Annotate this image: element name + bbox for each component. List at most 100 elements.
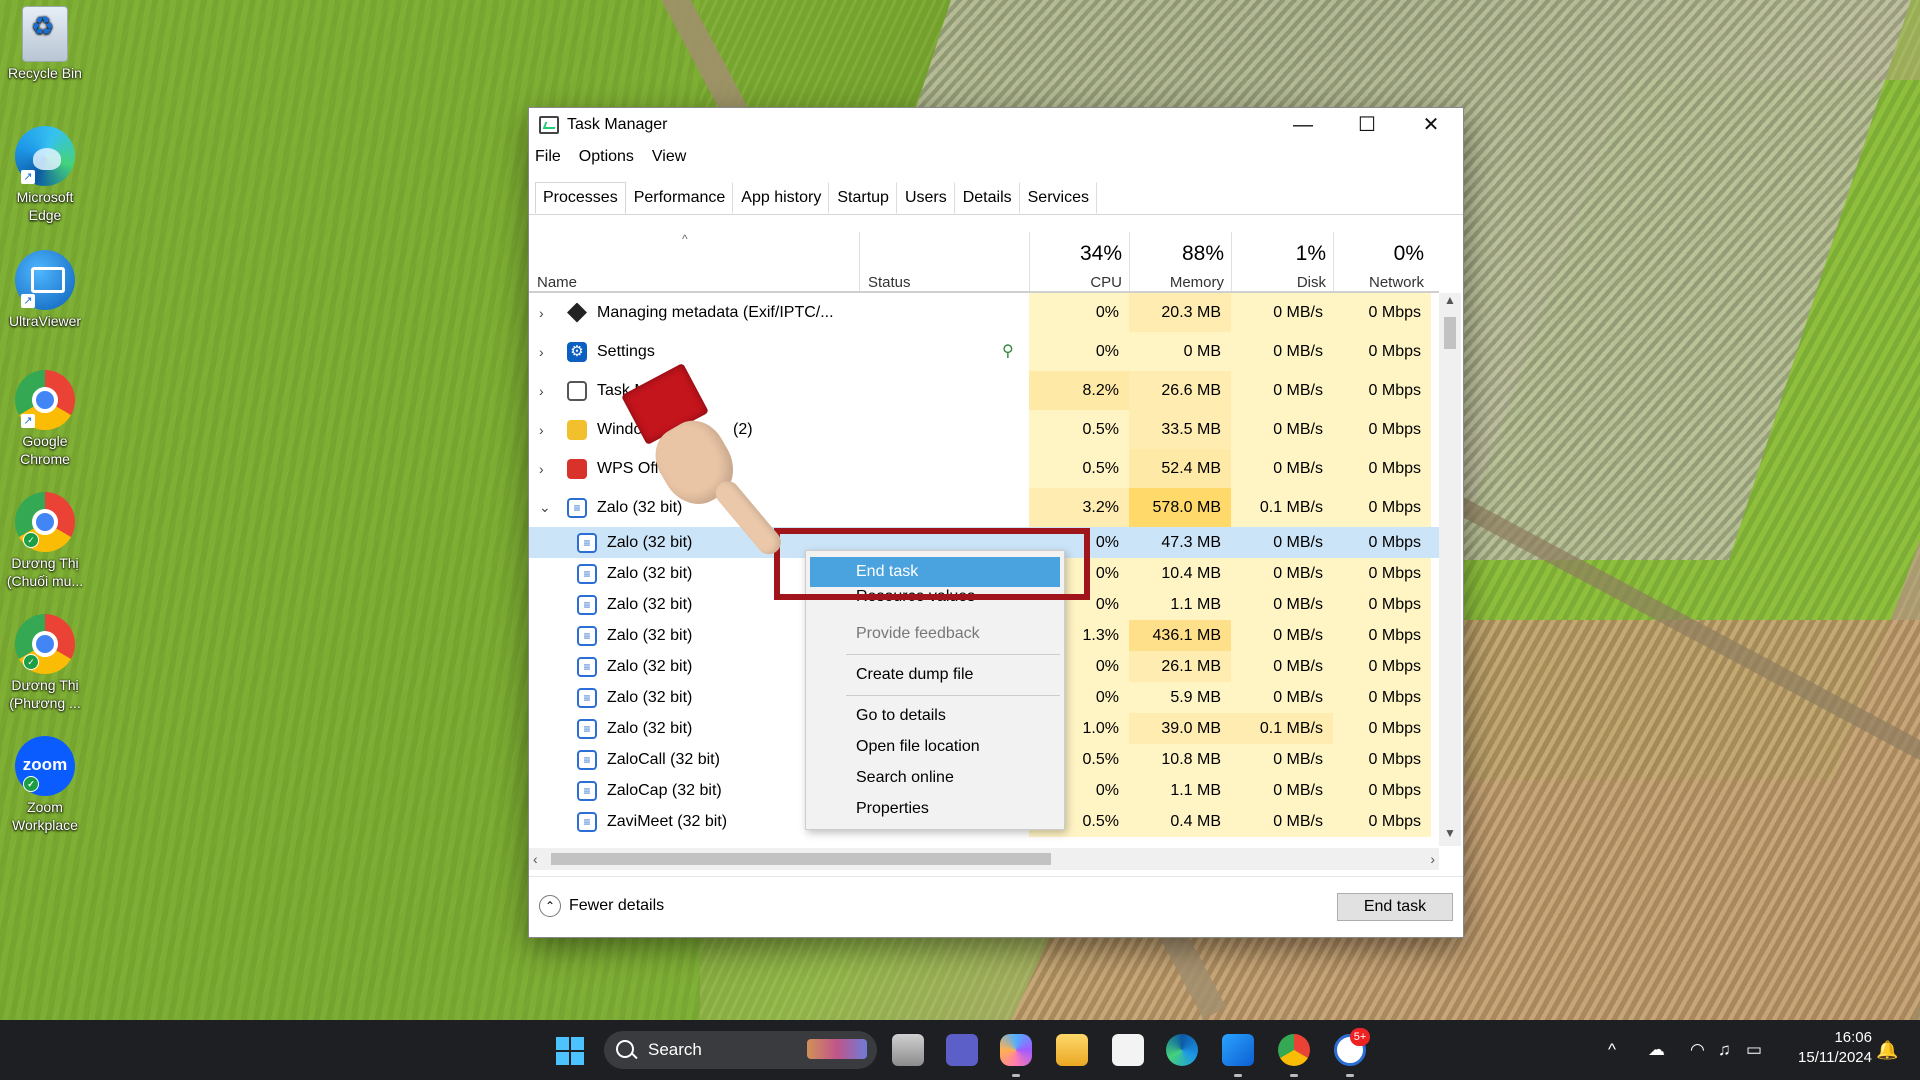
tab-details[interactable]: Details	[955, 182, 1020, 214]
end-task-button[interactable]: End task	[1337, 893, 1453, 921]
desktop-icon-label: Dương Thị (Phương ...	[9, 677, 81, 711]
expand-chevron-icon[interactable]: ›	[539, 332, 544, 371]
scroll-left-icon[interactable]: ‹	[533, 848, 538, 870]
close-button[interactable]: ✕	[1399, 108, 1463, 142]
wps-icon	[567, 458, 587, 479]
desktop-icon-label: Dương Thị (Chuối mu...	[6, 555, 84, 589]
tab-startup[interactable]: Startup	[829, 182, 897, 214]
menu-file[interactable]: File	[535, 148, 561, 166]
scroll-thumb[interactable]	[1444, 317, 1456, 349]
tab-app-history[interactable]: App history	[733, 182, 830, 214]
start-button[interactable]	[556, 1037, 584, 1065]
fewer-details-button[interactable]: ⌃ Fewer details	[539, 895, 664, 917]
memory-cell: 39.0 MB	[1129, 713, 1231, 744]
scroll-right-icon[interactable]: ›	[1430, 848, 1435, 870]
menu-item-create-dump-file[interactable]: Create dump file	[806, 660, 1064, 690]
metadata-icon	[567, 302, 587, 323]
disk-cell: 0 MB/s	[1231, 775, 1333, 806]
expand-chevron-icon[interactable]: ›	[539, 410, 544, 449]
scroll-thumb[interactable]	[551, 853, 1051, 865]
horizontal-scrollbar[interactable]: ‹ ›	[529, 848, 1439, 870]
column-header-cpu[interactable]: 34% CPU	[1029, 232, 1130, 292]
explorer-icon[interactable]	[1056, 1034, 1088, 1066]
wifi-icon[interactable]: ◠	[1690, 1020, 1705, 1080]
network-cell: 0 Mbps	[1333, 371, 1431, 410]
desktop-icon-recycle-bin[interactable]: Recycle Bin	[0, 6, 90, 82]
minimize-button[interactable]: —	[1271, 108, 1335, 142]
title-bar[interactable]: Task Manager — ☐ ✕	[529, 108, 1463, 142]
column-header-memory[interactable]: 88% Memory	[1129, 232, 1232, 292]
network-cell: 0 Mbps	[1333, 775, 1431, 806]
desktop-icon-edge[interactable]: ↗ Microsoft Edge	[0, 126, 90, 224]
column-header-network[interactable]: 0% Network	[1333, 232, 1432, 292]
menu-item-search-online[interactable]: Search online	[806, 763, 1064, 793]
scroll-up-icon[interactable]: ▲	[1439, 293, 1461, 313]
desktop-icon-chrome-profile-2[interactable]: ✓ Dương Thị (Phương ...	[0, 614, 90, 712]
chrome-icon[interactable]	[1278, 1034, 1310, 1066]
column-header-disk[interactable]: 1% Disk	[1231, 232, 1334, 292]
show-hidden-icons[interactable]: ^	[1608, 1020, 1616, 1080]
settings-icon	[567, 341, 587, 362]
menu-item-provide-feedback[interactable]: Provide feedback	[806, 619, 1064, 649]
teams-icon[interactable]	[946, 1034, 978, 1066]
column-header-name[interactable]: Name	[537, 232, 857, 292]
process-name: Settings	[597, 342, 655, 360]
desktop-icon-chrome-profile-1[interactable]: ✓ Dương Thị (Chuối mu...	[0, 492, 90, 590]
memory-cell: 436.1 MB	[1129, 620, 1231, 651]
tab-processes[interactable]: Processes	[535, 182, 626, 214]
memory-cell: 26.1 MB	[1129, 651, 1231, 682]
expand-chevron-icon[interactable]: ›	[539, 371, 544, 410]
copilot-icon[interactable]	[1000, 1034, 1032, 1066]
edge-icon[interactable]	[1166, 1034, 1198, 1066]
memory-cell: 0.4 MB	[1129, 806, 1231, 837]
cloud-icon[interactable]: ☁	[1648, 1020, 1665, 1080]
network-cell: 0 Mbps	[1333, 293, 1431, 332]
maximize-button[interactable]: ☐	[1335, 108, 1399, 142]
column-header-status[interactable]: Status	[859, 232, 1040, 292]
zalo-icon	[577, 718, 597, 739]
disk-cell: 0 MB/s	[1231, 293, 1333, 332]
process-row[interactable]: › Settings ⚲ 0% 0 MB 0 MB/s 0 Mbps	[529, 332, 1439, 371]
process-row[interactable]: › Managing metadata (Exif/IPTC/... 0% 20…	[529, 293, 1439, 332]
tab-users[interactable]: Users	[897, 182, 955, 214]
zalo-icon	[577, 811, 597, 832]
system-clock[interactable]: 16:06 15/11/2024	[1782, 1028, 1872, 1068]
menu-view[interactable]: View	[652, 148, 686, 166]
network-cell: 0 Mbps	[1333, 410, 1431, 449]
menu-options[interactable]: Options	[579, 148, 634, 166]
disk-cell: 0 MB/s	[1231, 620, 1333, 651]
menu-item-properties[interactable]: Properties	[806, 794, 1064, 824]
memory-cell: 1.1 MB	[1129, 589, 1231, 620]
snipping-icon[interactable]	[1222, 1034, 1254, 1066]
collapse-chevron-icon[interactable]: ⌄	[539, 488, 551, 527]
fewer-details-label: Fewer details	[569, 897, 665, 914]
volume-icon[interactable]: ♫	[1718, 1020, 1731, 1080]
cpu-cell: 0.5%	[1029, 449, 1129, 488]
expand-chevron-icon[interactable]: ›	[539, 449, 544, 488]
desktop-icon-chrome[interactable]: ↗ Google Chrome	[0, 370, 90, 468]
menu-item-go-to-details[interactable]: Go to details	[806, 701, 1064, 731]
battery-icon[interactable]: ▭	[1746, 1020, 1762, 1080]
store-icon[interactable]	[1112, 1034, 1144, 1066]
memory-cell: 10.4 MB	[1129, 558, 1231, 589]
file-icon[interactable]	[892, 1034, 924, 1066]
memory-cell: 0 MB	[1129, 332, 1231, 371]
scroll-down-icon[interactable]: ▼	[1439, 826, 1461, 846]
cpu-cell: 3.2%	[1029, 488, 1129, 527]
notification-bell-icon[interactable]: 🔔	[1876, 1040, 1898, 1061]
tab-services[interactable]: Services	[1020, 182, 1097, 214]
vertical-scrollbar[interactable]: ▲ ▼	[1439, 293, 1461, 846]
ultraviewer-icon: ↗	[15, 250, 75, 310]
taskbar-search[interactable]: Search	[604, 1031, 877, 1069]
process-name: Zalo (32 bit)	[607, 657, 693, 675]
desktop-icon-zoom[interactable]: zoom ✓ Zoom Workplace	[0, 736, 90, 834]
network-total: 0%	[1393, 242, 1424, 265]
tab-performance[interactable]: Performance	[626, 182, 734, 214]
desktop-icon-ultraviewer[interactable]: ↗ UltraViewer	[0, 250, 90, 330]
expand-chevron-icon[interactable]: ›	[539, 293, 544, 332]
network-cell: 0 Mbps	[1333, 713, 1431, 744]
clock-date: 15/11/2024	[1798, 1049, 1872, 1066]
disk-cell: 0 MB/s	[1231, 410, 1333, 449]
disk-cell: 0 MB/s	[1273, 533, 1323, 551]
menu-item-open-file-location[interactable]: Open file location	[806, 732, 1064, 762]
